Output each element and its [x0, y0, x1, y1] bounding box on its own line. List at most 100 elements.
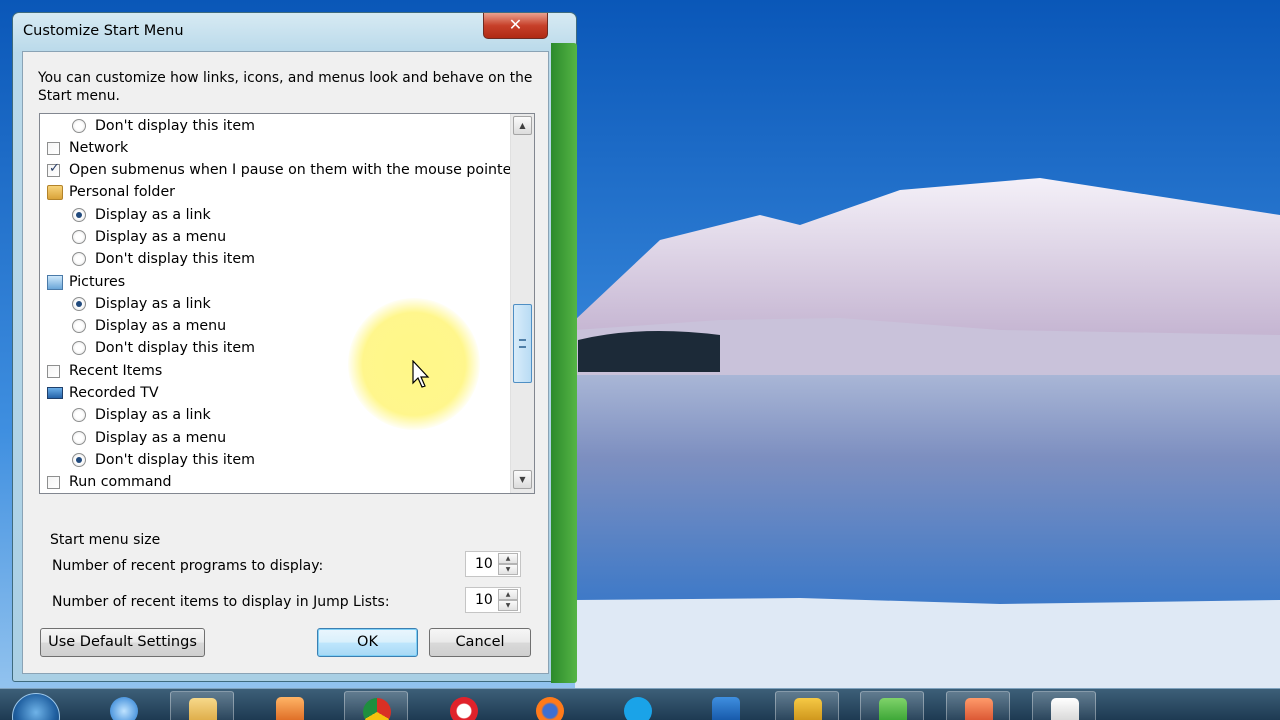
radio-button[interactable] — [72, 341, 86, 355]
list-item[interactable]: Don't display this item — [40, 449, 510, 471]
option-label: Display as a menu — [95, 430, 227, 446]
chrome-taskbar-button[interactable] — [344, 691, 408, 720]
option-label: Display as a menu — [95, 229, 227, 245]
option-label: Run command — [69, 474, 172, 490]
jump-list-stepper[interactable]: 10 ▲ ▼ — [465, 587, 521, 613]
media-player-icon — [276, 697, 304, 720]
spin-down-icon[interactable]: ▼ — [498, 600, 518, 611]
checkbox[interactable] — [47, 141, 60, 155]
opera-taskbar-button[interactable] — [432, 691, 496, 720]
skype-icon — [624, 697, 652, 720]
spin-down-icon[interactable]: ▼ — [498, 564, 518, 575]
outlook-icon — [712, 697, 740, 720]
list-item[interactable]: Don't display this item — [40, 115, 510, 137]
radio-button[interactable] — [72, 119, 86, 133]
checkbox[interactable] — [47, 475, 60, 489]
powerpoint-taskbar-button[interactable] — [946, 691, 1010, 720]
skype-taskbar-button[interactable] — [606, 691, 670, 720]
close-button[interactable]: ✕ — [483, 13, 548, 39]
group-header: Pictures — [40, 271, 510, 293]
scroll-up-button[interactable]: ▲ — [513, 116, 532, 135]
internet-explorer-icon — [110, 697, 138, 720]
radio-button[interactable] — [72, 208, 86, 222]
list-item[interactable]: Open submenus when I pause on them with … — [40, 159, 517, 181]
group-label: Personal folder — [69, 184, 176, 200]
radio-button[interactable] — [72, 319, 86, 333]
scroll-down-button[interactable]: ▼ — [513, 470, 532, 489]
internet-explorer-taskbar-button[interactable] — [92, 691, 156, 720]
list-item[interactable]: Run command — [40, 471, 510, 493]
group-label: Pictures — [69, 274, 126, 290]
grip-icon — [519, 339, 526, 348]
app-taskbar-button[interactable] — [775, 691, 839, 720]
options-tree-list: Don't display this item Network Open sub… — [39, 113, 535, 494]
radio-button[interactable] — [72, 252, 86, 266]
option-label: Display as a link — [95, 207, 211, 223]
list-item[interactable]: Don't display this item — [40, 248, 510, 270]
chevron-up-icon: ▲ — [519, 121, 526, 130]
pictures-icon — [47, 274, 63, 290]
jump-list-label: Number of recent items to display in Jum… — [52, 594, 390, 610]
start-menu-size-group: Start menu size Number of recent program… — [39, 532, 535, 622]
cancel-button[interactable]: Cancel — [429, 628, 531, 657]
taskbar — [0, 688, 1280, 720]
option-label: Recent Items — [69, 363, 163, 379]
option-label: Don't display this item — [95, 452, 255, 468]
option-label: Display as a link — [95, 296, 211, 312]
list-item[interactable]: Display as a menu — [40, 226, 510, 248]
use-default-settings-button[interactable]: Use Default Settings — [40, 628, 205, 657]
notepad-icon — [1051, 698, 1079, 720]
chevron-down-icon: ▼ — [519, 475, 526, 484]
stepper-value[interactable]: 10 — [475, 592, 493, 608]
outlook-taskbar-button[interactable] — [694, 691, 758, 720]
stepper-value[interactable]: 10 — [475, 556, 493, 572]
radio-button[interactable] — [72, 408, 86, 422]
radio-button[interactable] — [72, 431, 86, 445]
option-label: Network — [69, 140, 129, 156]
vertical-scrollbar[interactable]: ▲ ▼ — [510, 114, 534, 493]
windows-explorer-taskbar-button[interactable] — [170, 691, 234, 720]
customize-start-menu-dialog: Customize Start Menu ✕ You can customize… — [12, 12, 577, 683]
windows-explorer-icon — [189, 698, 217, 720]
list-item[interactable]: Display as a menu — [40, 427, 510, 449]
description-text: You can customize how links, icons, and … — [38, 70, 533, 104]
ok-button[interactable]: OK — [317, 628, 418, 657]
checkbox[interactable] — [47, 161, 60, 177]
list-item[interactable]: Network — [40, 137, 510, 159]
camtasia-icon — [879, 698, 907, 720]
list-item[interactable]: Display as a link — [40, 204, 510, 226]
scroll-thumb[interactable] — [513, 304, 532, 383]
mouse-pointer-icon — [412, 360, 430, 388]
option-label: Don't display this item — [95, 251, 255, 267]
recent-programs-stepper[interactable]: 10 ▲ ▼ — [465, 551, 521, 577]
option-label: Don't display this item — [95, 340, 255, 356]
spin-up-icon[interactable]: ▲ — [498, 589, 518, 600]
powerpoint-icon — [965, 698, 993, 720]
group-label: Recorded TV — [69, 385, 159, 401]
notepad-taskbar-button[interactable] — [1032, 691, 1096, 720]
group-title: Start menu size — [50, 532, 161, 548]
folder-icon — [47, 184, 63, 200]
chrome-icon — [363, 698, 391, 720]
camtasia-taskbar-button[interactable] — [860, 691, 924, 720]
group-header: Personal folder — [40, 181, 510, 203]
media-player-taskbar-button[interactable] — [258, 691, 322, 720]
tv-icon — [47, 387, 63, 399]
spin-up-icon[interactable]: ▲ — [498, 553, 518, 564]
radio-button[interactable] — [72, 297, 86, 311]
radio-button[interactable] — [72, 230, 86, 244]
radio-button[interactable] — [72, 453, 86, 467]
app-icon — [794, 698, 822, 720]
firefox-icon — [536, 697, 564, 720]
option-label: Display as a link — [95, 407, 211, 423]
close-icon: ✕ — [508, 15, 523, 34]
recent-programs-label: Number of recent programs to display: — [52, 558, 324, 574]
checkbox[interactable] — [47, 364, 60, 378]
option-label: Don't display this item — [95, 118, 255, 134]
option-label: Open submenus when I pause on them with … — [69, 162, 518, 178]
start-button[interactable] — [12, 693, 60, 720]
option-label: Display as a menu — [95, 318, 227, 334]
window-title: Customize Start Menu — [23, 23, 184, 39]
firefox-taskbar-button[interactable] — [518, 691, 582, 720]
opera-icon — [450, 697, 478, 720]
